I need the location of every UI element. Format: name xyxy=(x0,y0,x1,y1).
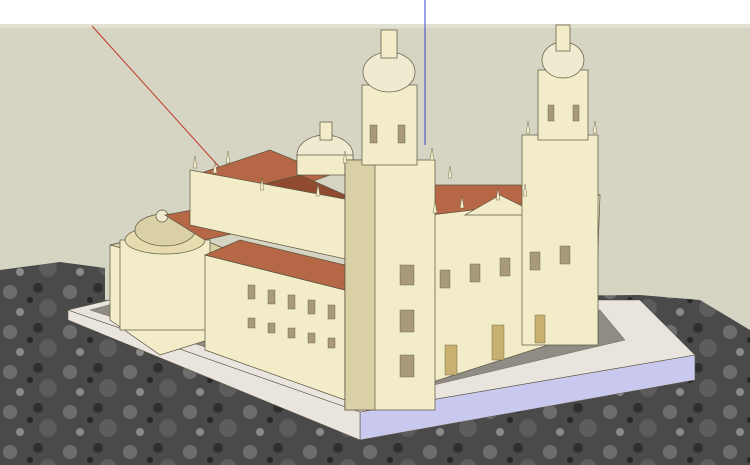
side-nave-window xyxy=(327,337,336,349)
right-tower-belfry xyxy=(537,69,589,141)
side-nave-window xyxy=(327,304,336,320)
right-tower-lantern xyxy=(555,24,571,52)
horizon-band xyxy=(0,24,750,28)
left-tower-lantern xyxy=(380,29,398,59)
side-nave-window xyxy=(287,294,296,310)
tower-window xyxy=(399,309,415,333)
facade-window xyxy=(559,245,571,265)
tower-window xyxy=(397,124,406,144)
facade-window xyxy=(529,251,541,271)
tower-window xyxy=(399,264,415,286)
side-nave-window xyxy=(307,332,316,344)
facade-door xyxy=(491,324,505,361)
right-tower-shaft xyxy=(521,134,599,346)
facade-window xyxy=(469,263,481,283)
side-nave-window xyxy=(287,327,296,339)
facade-door xyxy=(534,314,546,344)
tower-window xyxy=(369,124,378,144)
tower-window xyxy=(572,104,580,122)
facade-door xyxy=(444,344,458,376)
side-nave-window xyxy=(247,284,256,300)
tower-window xyxy=(547,104,555,122)
facade-window xyxy=(439,269,451,289)
central-dome-lantern xyxy=(319,121,333,141)
facade-window xyxy=(499,257,511,277)
3d-model-viewport[interactable] xyxy=(0,0,750,465)
side-nave-window xyxy=(307,299,316,315)
left-tower-shadow xyxy=(344,159,376,411)
cathedral-3d-model[interactable] xyxy=(0,0,750,465)
side-nave-window xyxy=(267,322,276,334)
side-nave-window xyxy=(267,289,276,305)
side-nave-window xyxy=(247,317,256,329)
tower-window xyxy=(399,354,415,378)
